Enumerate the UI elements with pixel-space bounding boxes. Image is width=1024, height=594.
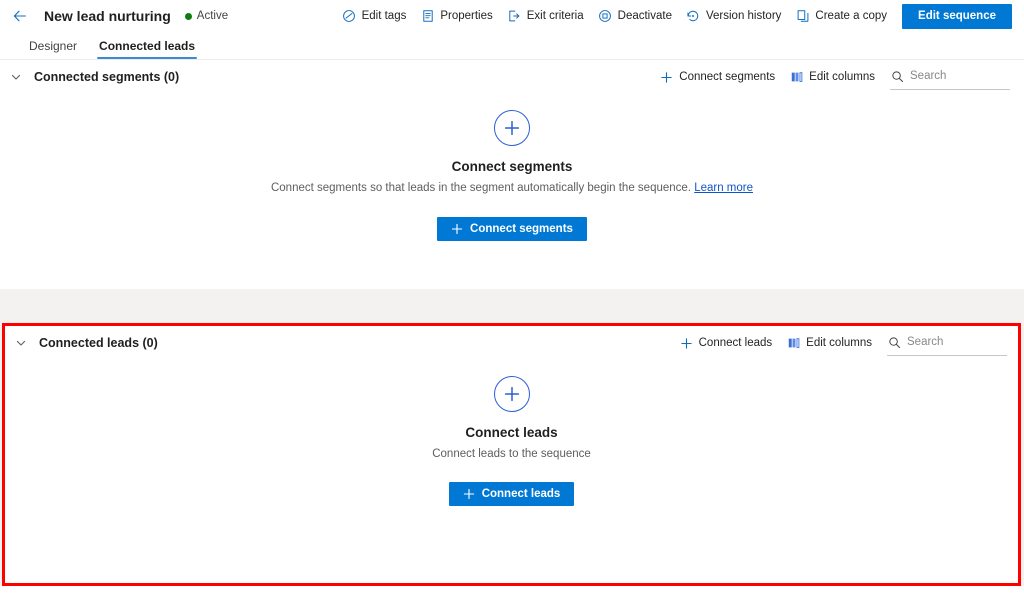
action-label: Edit columns: [809, 71, 875, 83]
segments-empty-title: Connect segments: [451, 159, 573, 174]
leads-empty-title: Connect leads: [465, 425, 558, 440]
command-bar: Edit tags Properties Exit criteria Deact…: [335, 2, 1012, 30]
segments-empty-description-text: Connect segments so that leads in the se…: [270, 182, 691, 194]
edit-columns-icon: [786, 336, 801, 351]
app-header: New lead nurturing Active Edit tags Prop…: [0, 0, 1024, 32]
search-icon: [890, 69, 904, 83]
status-dot-icon: [184, 12, 192, 20]
command-exit-criteria[interactable]: Exit criteria: [500, 2, 591, 30]
back-button[interactable]: [10, 6, 30, 26]
command-label: Version history: [705, 10, 782, 22]
plus-icon: [659, 70, 674, 85]
status-label: Active: [196, 10, 229, 22]
leads-empty-state: Connect leads Connect leads to the seque…: [5, 376, 1018, 506]
connected-leads-panel: Connected leads (0) Connect leads Edit c…: [5, 326, 1018, 583]
command-deactivate[interactable]: Deactivate: [591, 2, 679, 30]
plus-icon: [463, 488, 475, 500]
segments-search-box[interactable]: [890, 64, 1010, 90]
circle-plus-icon: [494, 110, 530, 146]
command-version-history[interactable]: Version history: [679, 2, 788, 30]
learn-more-link[interactable]: Learn more: [694, 182, 753, 194]
segments-empty-description: Connect segments so that leads in the se…: [271, 182, 753, 194]
properties-icon: [420, 9, 435, 24]
command-create-a-copy[interactable]: Create a copy: [788, 2, 894, 30]
panel-divider: [0, 289, 1024, 301]
action-label: Connect leads: [698, 337, 773, 349]
segments-section-title: Connected segments (0): [34, 70, 180, 84]
command-properties[interactable]: Properties: [413, 2, 499, 30]
connect-leads-action[interactable]: Connect leads: [672, 330, 780, 356]
connect-segments-button[interactable]: Connect segments: [437, 217, 587, 241]
deactivate-icon: [598, 9, 613, 24]
plus-icon: [679, 336, 694, 351]
leads-empty-description: Connect leads to the sequence: [432, 448, 591, 460]
leads-panel-header: Connected leads (0) Connect leads Edit c…: [5, 326, 1018, 360]
tab-bar: Designer Connected leads: [0, 32, 1024, 60]
page-title: New lead nurturing: [44, 8, 171, 24]
command-edit-tags[interactable]: Edit tags: [335, 2, 414, 30]
edit-columns-action-segments[interactable]: Edit columns: [782, 64, 882, 90]
segments-search-input[interactable]: [910, 70, 1010, 82]
status-badge: Active: [184, 10, 229, 22]
segments-panel-header: Connected segments (0) Connect segments: [0, 60, 1024, 94]
tab-connected-leads[interactable]: Connected leads: [88, 32, 206, 59]
leads-search-box[interactable]: [887, 330, 1007, 356]
arrow-left-icon: [13, 10, 26, 22]
edit-columns-icon: [789, 70, 804, 85]
connect-segments-action[interactable]: Connect segments: [652, 64, 782, 90]
plus-icon: [451, 223, 463, 235]
edit-columns-action-leads[interactable]: Edit columns: [779, 330, 879, 356]
exit-icon: [507, 9, 522, 24]
leads-search-input[interactable]: [907, 336, 1007, 348]
command-label: Properties: [440, 10, 493, 22]
search-icon: [887, 335, 901, 349]
command-label: Exit criteria: [526, 10, 584, 22]
chevron-down-icon[interactable]: [6, 67, 26, 87]
connect-leads-button[interactable]: Connect leads: [448, 482, 575, 506]
copy-icon: [795, 9, 810, 24]
leads-panel-actions: Connect leads Edit columns: [672, 330, 1007, 356]
connected-segments-panel: Connected segments (0) Connect segments: [0, 60, 1024, 289]
command-label: Create a copy: [815, 10, 888, 22]
circle-plus-icon: [493, 376, 530, 412]
leads-section-title: Connected leads (0): [39, 336, 158, 350]
history-icon: [686, 9, 701, 24]
command-label: Deactivate: [617, 10, 672, 22]
tab-designer[interactable]: Designer: [18, 32, 88, 59]
edit-sequence-button[interactable]: Edit sequence: [902, 3, 1012, 29]
command-label: Edit tags: [361, 10, 407, 22]
action-label: Edit columns: [806, 337, 872, 349]
connect-leads-button-label: Connect leads: [481, 488, 561, 500]
segments-empty-state: Connect segments Connect segments so tha…: [0, 110, 1024, 241]
segments-panel-actions: Connect segments Edit columns: [652, 64, 1010, 90]
tag-icon: [342, 9, 357, 24]
action-label: Connect segments: [679, 71, 776, 83]
chevron-down-icon[interactable]: [11, 333, 31, 353]
bottom-strip: [0, 586, 1024, 594]
connect-segments-button-label: Connect segments: [470, 223, 573, 235]
